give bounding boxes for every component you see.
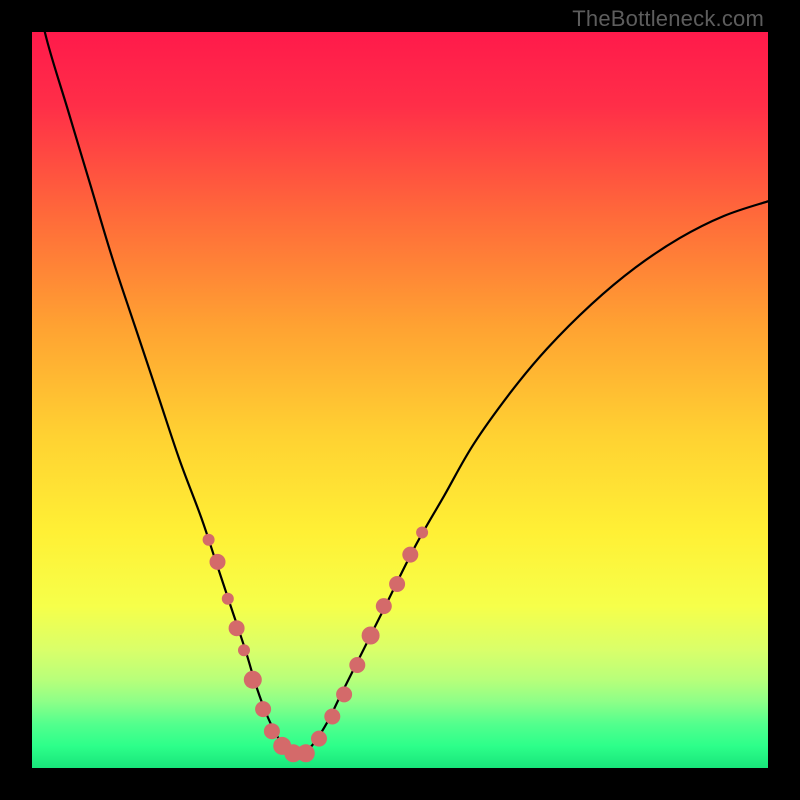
- curve-marker: [324, 709, 340, 725]
- curve-marker: [255, 701, 271, 717]
- curve-marker: [311, 731, 327, 747]
- curve-marker: [376, 598, 392, 614]
- plot-area: [32, 32, 768, 768]
- curve-marker: [402, 547, 418, 563]
- curve-marker: [349, 657, 365, 673]
- curve-marker: [203, 534, 215, 546]
- curve-marker: [297, 744, 315, 762]
- curve-marker: [210, 554, 226, 570]
- curve-marker: [389, 576, 405, 592]
- curve-marker: [238, 644, 250, 656]
- curve-marker: [416, 527, 428, 539]
- curve-marker: [336, 686, 352, 702]
- curve-marker: [264, 723, 280, 739]
- curve-marker: [222, 593, 234, 605]
- curve-marker: [362, 627, 380, 645]
- v-curve-line: [32, 32, 768, 755]
- watermark-text: TheBottleneck.com: [572, 6, 764, 32]
- curve-markers-group: [203, 527, 429, 763]
- curve-marker: [229, 620, 245, 636]
- curve-marker: [244, 671, 262, 689]
- chart-frame: TheBottleneck.com: [0, 0, 800, 800]
- chart-svg: [32, 32, 768, 768]
